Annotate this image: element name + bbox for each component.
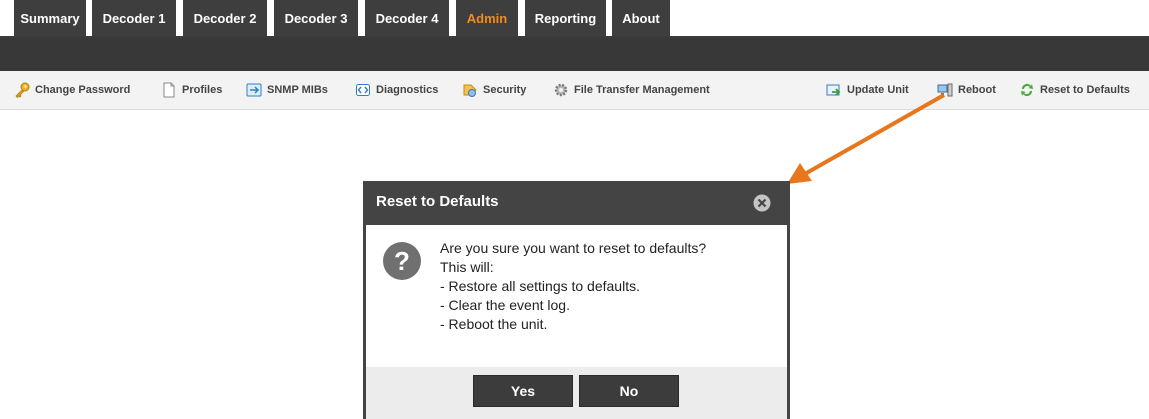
close-icon[interactable] (753, 194, 771, 212)
dialog-message: Are you sure you want to reset to defaul… (440, 239, 706, 334)
message-line: - Reboot the unit. (440, 316, 548, 332)
message-line: This will: (440, 259, 494, 275)
dialog-title: Reset to Defaults (376, 193, 499, 210)
dialog-footer: Yes No (366, 367, 787, 419)
no-button[interactable]: No (579, 375, 679, 407)
reset-confirm-dialog: Reset to Defaults ? Are you sure you wan… (363, 181, 790, 419)
question-icon: ? (382, 241, 422, 281)
no-button-label: No (619, 383, 639, 399)
message-line: Are you sure you want to reset to defaul… (440, 240, 707, 256)
message-line: - Restore all settings to defaults. (440, 278, 640, 294)
yes-button[interactable]: Yes (473, 375, 573, 407)
dialog-header: Reset to Defaults (363, 181, 790, 225)
svg-text:?: ? (394, 246, 410, 276)
dialog-body: ? Are you sure you want to reset to defa… (366, 225, 787, 367)
message-line: - Clear the event log. (440, 297, 570, 313)
yes-button-label: Yes (510, 383, 536, 399)
